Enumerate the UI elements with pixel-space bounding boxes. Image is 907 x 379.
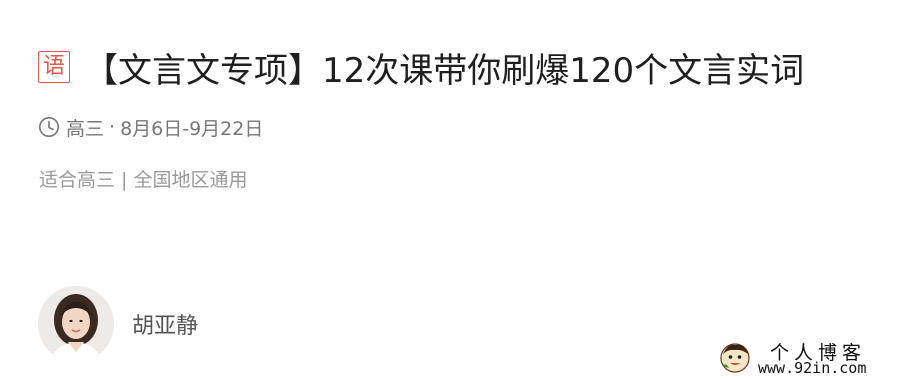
course-grade: 高三: [66, 117, 105, 140]
course-description: 适合高三 | 全国地区通用: [39, 169, 248, 191]
mascot-logo-icon: [720, 343, 750, 373]
course-title[interactable]: 【文言文专项】12次课带你刷爆120个文言实词: [84, 43, 804, 92]
clock-icon: [39, 117, 59, 137]
course-meta: 高三 · 8月6日-9月22日: [38, 112, 263, 142]
course-title-row: 语 【文言文专项】12次课带你刷爆120个文言实词: [38, 42, 804, 92]
teacher-name[interactable]: 胡亚静: [132, 308, 198, 340]
avatar-photo-icon: [38, 286, 114, 362]
teacher-info[interactable]: 胡亚静: [38, 286, 198, 362]
watermark-url: www.92in.com: [758, 359, 867, 377]
course-date-range: 8月6日-9月22日: [120, 117, 264, 140]
teacher-avatar[interactable]: [38, 286, 114, 362]
meta-separator: ·: [109, 116, 116, 138]
subject-tag: 语: [38, 51, 70, 83]
blog-watermark: 个人博客 www.92in.com: [714, 337, 907, 379]
